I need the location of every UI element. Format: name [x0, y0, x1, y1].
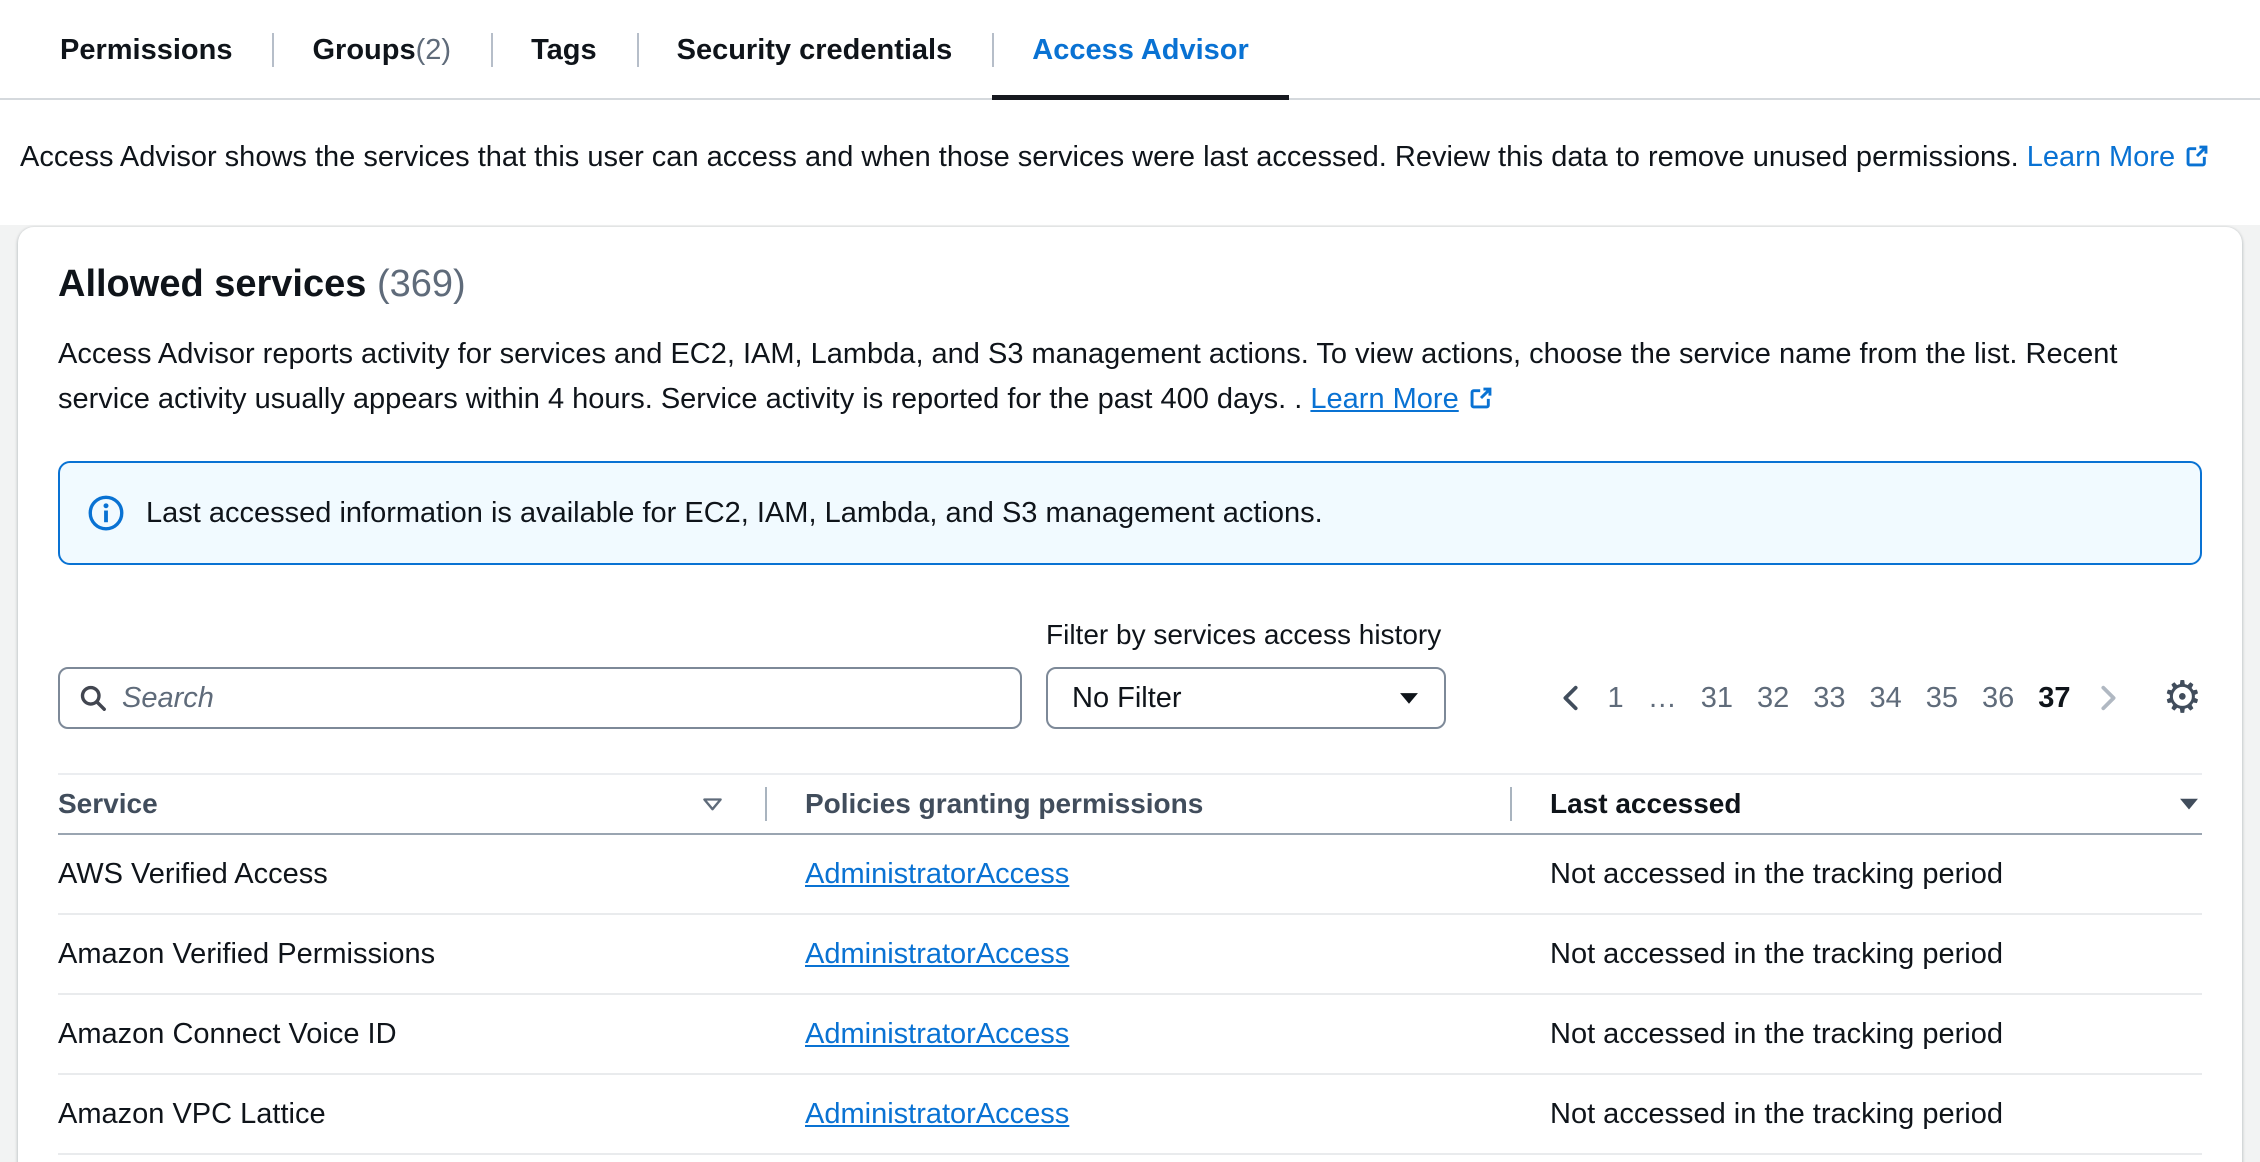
tab-groups[interactable]: Groups (2)	[272, 0, 491, 100]
filter-label: Filter by services access history	[1046, 619, 1446, 651]
column-divider	[765, 787, 767, 821]
policy-link[interactable]: AdministratorAccess	[805, 1098, 1069, 1130]
tab-label: Access Advisor	[1032, 34, 1249, 67]
service-name: Amazon Connect Voice ID	[58, 1018, 765, 1051]
tab-permissions[interactable]: Permissions	[20, 0, 272, 100]
tab-access-advisor[interactable]: Access Advisor	[992, 0, 1289, 100]
tab-label: Security credentials	[677, 34, 953, 67]
page-button[interactable]: 33	[1803, 682, 1855, 715]
sort-descending-icon	[2176, 791, 2202, 817]
table-controls: Filter by services access history No Fil…	[58, 619, 2202, 729]
filter-group: Filter by services access history No Fil…	[1046, 619, 1446, 729]
policy-link[interactable]: AdministratorAccess	[805, 938, 1069, 970]
intro-description: Access Advisor shows the services that t…	[20, 141, 2019, 173]
last-accessed-value: Not accessed in the tracking period	[1510, 858, 2202, 891]
panel-learn-more-link[interactable]: Learn More	[1310, 383, 1493, 415]
tab-bar: Permissions Groups (2) Tags Security cre…	[0, 0, 2260, 100]
column-header-service[interactable]: Service	[58, 788, 765, 820]
tab-security-credentials[interactable]: Security credentials	[637, 0, 993, 100]
page-button[interactable]: 35	[1916, 682, 1968, 715]
service-name: Amazon Verified Permissions	[58, 938, 765, 971]
access-advisor-page: Permissions Groups (2) Tags Security cre…	[0, 0, 2260, 1162]
services-count: (369)	[377, 263, 466, 305]
column-header-last-accessed[interactable]: Last accessed	[1510, 788, 2202, 820]
external-link-icon	[2184, 139, 2210, 181]
last-accessed-value: Not accessed in the tracking period	[1510, 938, 2202, 971]
table-row: AWS Verified Access AdministratorAccess …	[58, 835, 2202, 915]
policy-link[interactable]: AdministratorAccess	[805, 858, 1069, 890]
info-icon	[88, 495, 124, 531]
search-box	[58, 667, 1022, 729]
page-button[interactable]: 31	[1691, 682, 1743, 715]
info-alert: Last accessed information is available f…	[58, 461, 2202, 565]
tab-label: Tags	[531, 34, 597, 67]
tab-label: Permissions	[60, 34, 232, 67]
page-ellipsis: …	[1638, 682, 1687, 715]
page-button-current[interactable]: 37	[2028, 682, 2080, 715]
search-icon	[78, 683, 108, 713]
filter-selected-value: No Filter	[1072, 682, 1182, 715]
external-link-icon	[1468, 380, 1494, 425]
chevron-down-icon	[1396, 685, 1422, 711]
panel-title: Allowed services (369)	[58, 263, 2202, 306]
table-row: Amazon VPC Lattice AdministratorAccess N…	[58, 1075, 2202, 1155]
pagination: 1 … 31 32 33 34 35 36 37 ⚙	[1548, 667, 2202, 729]
page-button[interactable]: 32	[1747, 682, 1799, 715]
last-accessed-value: Not accessed in the tracking period	[1510, 1018, 2202, 1051]
previous-page-button[interactable]	[1548, 683, 1594, 713]
service-name: AWS Verified Access	[58, 858, 765, 891]
settings-gear-icon[interactable]: ⚙	[2163, 676, 2202, 720]
filter-dropdown[interactable]: No Filter	[1046, 667, 1446, 729]
page-button[interactable]: 34	[1859, 682, 1911, 715]
column-divider	[1510, 787, 1512, 821]
search-input[interactable]	[58, 667, 1022, 729]
allowed-services-table: Service Policies granting permissions La…	[58, 773, 2202, 1155]
page-button[interactable]: 36	[1972, 682, 2024, 715]
panel-description: Access Advisor reports activity for serv…	[58, 332, 2202, 425]
service-name: Amazon VPC Lattice	[58, 1098, 765, 1131]
page-button[interactable]: 1	[1598, 682, 1634, 715]
tab-count: (2)	[416, 34, 451, 67]
next-page-button[interactable]	[2085, 683, 2131, 713]
table-header-row: Service Policies granting permissions La…	[58, 773, 2202, 835]
intro-text: Access Advisor shows the services that t…	[0, 100, 2260, 225]
info-alert-text: Last accessed information is available f…	[146, 497, 1323, 530]
tab-label: Groups	[312, 34, 415, 67]
intro-learn-more-link[interactable]: Learn More	[2027, 141, 2210, 173]
content-area: Allowed services (369) Access Advisor re…	[0, 225, 2260, 1162]
column-header-policies[interactable]: Policies granting permissions	[765, 788, 1510, 820]
tab-tags[interactable]: Tags	[491, 0, 637, 100]
last-accessed-value: Not accessed in the tracking period	[1510, 1098, 2202, 1131]
table-row: Amazon Connect Voice ID AdministratorAcc…	[58, 995, 2202, 1075]
sort-icon	[700, 792, 725, 817]
table-row: Amazon Verified Permissions Administrato…	[58, 915, 2202, 995]
allowed-services-panel: Allowed services (369) Access Advisor re…	[18, 227, 2242, 1162]
policy-link[interactable]: AdministratorAccess	[805, 1018, 1069, 1050]
